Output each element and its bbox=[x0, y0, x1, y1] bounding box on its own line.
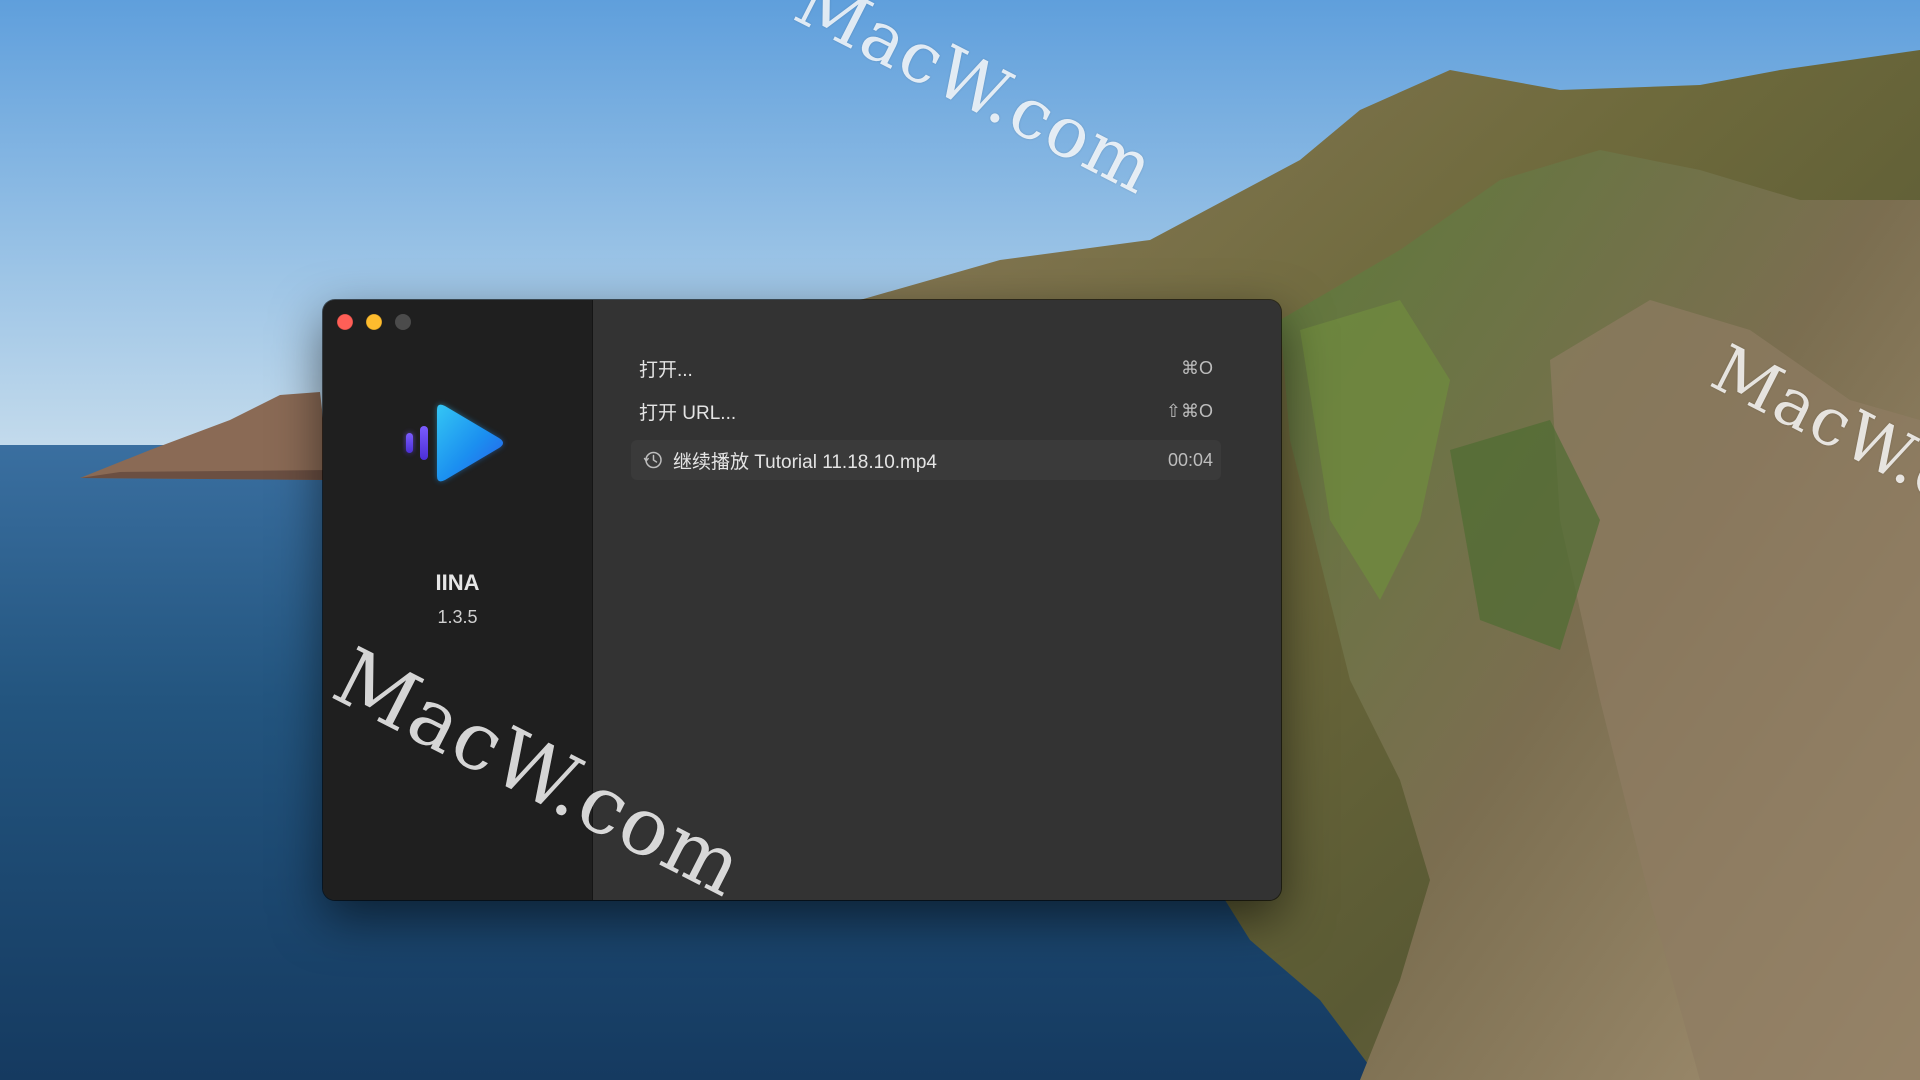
open-url-item[interactable]: 打开 URL... ⇧⌘O bbox=[631, 391, 1221, 431]
open-url-label: 打开 URL... bbox=[639, 402, 737, 424]
history-icon bbox=[643, 451, 662, 469]
open-file-label: 打开... bbox=[639, 359, 693, 381]
window-minimize-button[interactable] bbox=[366, 314, 382, 330]
resume-playback-time: 00:04 bbox=[1167, 449, 1213, 470]
resume-playback-item[interactable]: 继续播放 Tutorial 11.18.10.mp4 00:04 bbox=[631, 440, 1221, 480]
iina-welcome-window: IINA 1.3.5 打开... ⌘O 打开 URL... ⇧⌘O 继续播放 T… bbox=[323, 300, 1281, 900]
resume-playback-label: 继续播放 Tutorial 11.18.10.mp4 bbox=[673, 451, 937, 473]
window-close-button[interactable] bbox=[337, 314, 353, 330]
desktop: MacW.com MacW.com IINA 1.3.5 打开... ⌘O 打开… bbox=[0, 0, 1920, 1080]
open-file-shortcut: ⌘O bbox=[1180, 357, 1213, 378]
window-zoom-button[interactable] bbox=[395, 314, 411, 330]
app-version: 1.3.5 bbox=[437, 607, 478, 627]
app-name: IINA bbox=[435, 570, 480, 595]
open-file-item[interactable]: 打开... ⌘O bbox=[631, 348, 1221, 388]
open-url-shortcut: ⇧⌘O bbox=[1165, 400, 1213, 421]
iina-logo-icon bbox=[406, 404, 503, 482]
